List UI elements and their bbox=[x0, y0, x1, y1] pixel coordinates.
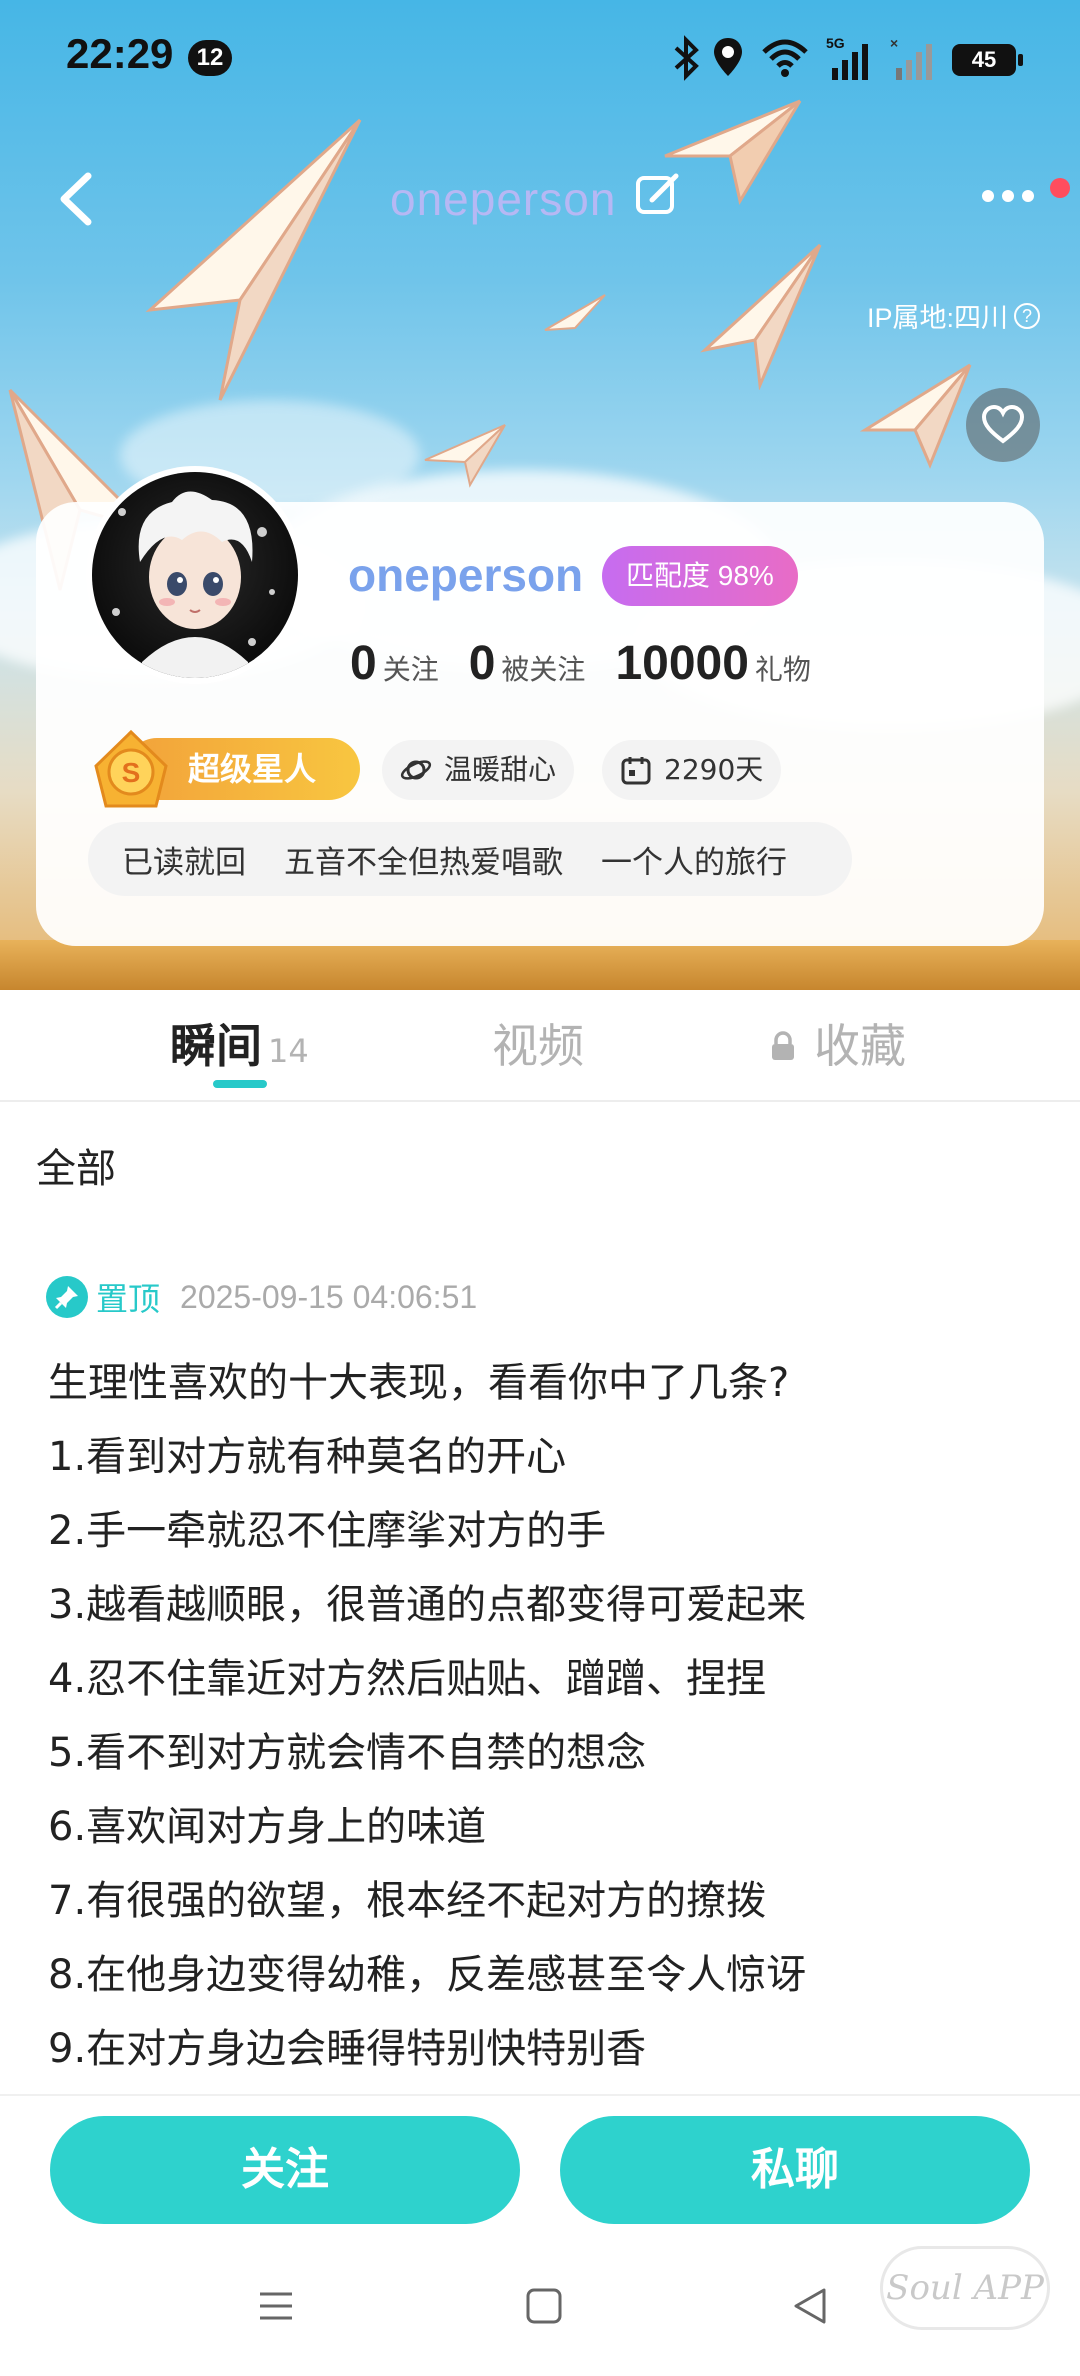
nav-title: oneperson bbox=[390, 173, 617, 225]
post-text-line: 5.看不到对方就会情不自禁的想念 bbox=[48, 1730, 647, 1776]
back-button[interactable] bbox=[48, 164, 108, 234]
more-options-icon[interactable] bbox=[980, 186, 1036, 206]
paper-plane-illustration bbox=[424, 424, 506, 488]
heart-icon bbox=[981, 405, 1025, 444]
post-text-line: 生理性喜欢的十大表现，看看你中了几条? bbox=[48, 1360, 790, 1406]
planet-icon bbox=[400, 760, 432, 780]
post-text-line: 6.喜欢闻对方身上的味道 bbox=[48, 1804, 487, 1850]
wifi-icon bbox=[762, 39, 808, 77]
followers-count[interactable]: 0 bbox=[469, 636, 496, 691]
content-tabs: 瞬间 14 视频 收藏 bbox=[0, 990, 1080, 1102]
paper-plane-illustration bbox=[145, 118, 362, 401]
post-text-line: 9.在对方身边会睡得特别快特别香 bbox=[48, 2026, 647, 2072]
notification-count-badge: 12 bbox=[188, 40, 232, 76]
lock-icon bbox=[772, 1030, 794, 1060]
match-score-badge: 匹配度 98% bbox=[602, 546, 798, 606]
signal-sim2-icon: × bbox=[890, 35, 932, 80]
tab-videos[interactable]: 视频 bbox=[492, 1010, 584, 1076]
post-text-line: 2.手一牵就忍不住摩挲对方的手 bbox=[48, 1508, 607, 1554]
interest-tag: 五音不全但热爱唱歌 bbox=[284, 844, 563, 881]
following-count[interactable]: 0 bbox=[350, 636, 377, 691]
post-text-line: 3.越看越顺眼，很普通的点都变得可爱起来 bbox=[48, 1582, 807, 1628]
post-text-line: 4.忍不住靠近对方然后贴贴、蹭蹭、捏捏 bbox=[48, 1656, 767, 1702]
interest-tag: 一个人的旅行 bbox=[601, 844, 787, 881]
followers-label: 被关注 bbox=[501, 653, 586, 686]
notification-dot bbox=[1050, 178, 1070, 198]
svg-text:S: S bbox=[122, 757, 141, 788]
home-nav-icon[interactable] bbox=[524, 2286, 564, 2326]
tab-moments[interactable]: 瞬间 14 bbox=[170, 1010, 309, 1076]
signal-5g-icon: 5G bbox=[826, 35, 868, 80]
post-text-line: 1.看到对方就有种莫名的开心 bbox=[48, 1434, 567, 1480]
post-timestamp: 2025-09-15 04:06:51 bbox=[180, 1278, 478, 1315]
calendar-icon bbox=[621, 757, 651, 785]
post-meta: 置顶 2025-09-15 04:06:51 bbox=[46, 1274, 477, 1320]
ip-location-text: IP属地:四川 bbox=[866, 303, 1008, 333]
personality-tag-label: 温暖甜心 bbox=[444, 753, 557, 786]
pin-icon bbox=[46, 1276, 88, 1318]
paper-plane-illustration bbox=[860, 363, 972, 469]
menu-nav-icon[interactable] bbox=[256, 2286, 296, 2326]
battery-indicator: 45 bbox=[952, 44, 1023, 76]
active-tab-indicator bbox=[213, 1080, 267, 1088]
avatar-illustration bbox=[112, 491, 275, 678]
paper-plane-illustration bbox=[544, 294, 606, 331]
tab-moments-label: 瞬间 bbox=[170, 1019, 262, 1073]
feed-filter[interactable]: 全部 bbox=[36, 1136, 116, 1194]
ip-location[interactable]: IP属地:四川 ? bbox=[867, 296, 1040, 335]
paper-plane-illustration bbox=[664, 99, 802, 205]
paper-plane-illustration bbox=[700, 243, 822, 390]
gifts-label: 礼物 bbox=[754, 653, 811, 686]
tab-favorites-label: 收藏 bbox=[814, 1019, 906, 1073]
soul-app-watermark: Soul APP bbox=[880, 2246, 1050, 2330]
svg-text:×: × bbox=[890, 35, 898, 51]
like-button[interactable] bbox=[966, 388, 1040, 462]
follow-button[interactable]: 关注 bbox=[50, 2116, 520, 2224]
post-text-line: 7.有很强的欲望，根本经不起对方的撩拨 bbox=[48, 1878, 767, 1924]
location-icon bbox=[714, 38, 742, 76]
back-nav-icon[interactable] bbox=[790, 2286, 830, 2326]
profile-stats: 0 关注 0 被关注 10000 礼物 bbox=[350, 636, 841, 691]
tab-videos-label: 视频 bbox=[492, 1019, 584, 1073]
tab-moments-count: 14 bbox=[268, 1032, 309, 1070]
profile-username: oneperson bbox=[348, 549, 584, 601]
help-icon: ? bbox=[1014, 302, 1040, 329]
post-text-line: 8.在他身边变得幼稚，反差感甚至令人惊讶 bbox=[48, 1952, 807, 1998]
personality-tag[interactable]: 温暖甜心 bbox=[382, 740, 575, 800]
following-label: 关注 bbox=[382, 653, 439, 686]
pinned-label: 置顶 bbox=[96, 1280, 161, 1318]
avatar[interactable] bbox=[86, 466, 304, 684]
status-time: 22:29 bbox=[66, 30, 174, 77]
days-tag[interactable]: 2290天 bbox=[602, 740, 782, 800]
private-chat-button[interactable]: 私聊 bbox=[560, 2116, 1030, 2224]
svg-text:5G: 5G bbox=[826, 35, 845, 51]
bluetooth-icon bbox=[674, 35, 699, 81]
status-bar: 22:29 12 5G × 45 bbox=[0, 0, 1080, 110]
edit-icon[interactable] bbox=[634, 172, 680, 218]
post-content[interactable]: 生理性喜欢的十大表现，看看你中了几条? 1.看到对方就有种莫名的开心 2.手一牵… bbox=[48, 1346, 1048, 2096]
interest-tag: 已读就回 bbox=[122, 844, 246, 881]
interest-tags[interactable]: 已读就回 五音不全但热爱唱歌 一个人的旅行 bbox=[88, 822, 852, 896]
days-tag-label: 2290天 bbox=[664, 753, 764, 786]
super-star-coin-icon: S bbox=[94, 729, 168, 808]
gifts-count[interactable]: 10000 bbox=[615, 636, 748, 691]
tab-favorites[interactable]: 收藏 bbox=[768, 1010, 906, 1076]
